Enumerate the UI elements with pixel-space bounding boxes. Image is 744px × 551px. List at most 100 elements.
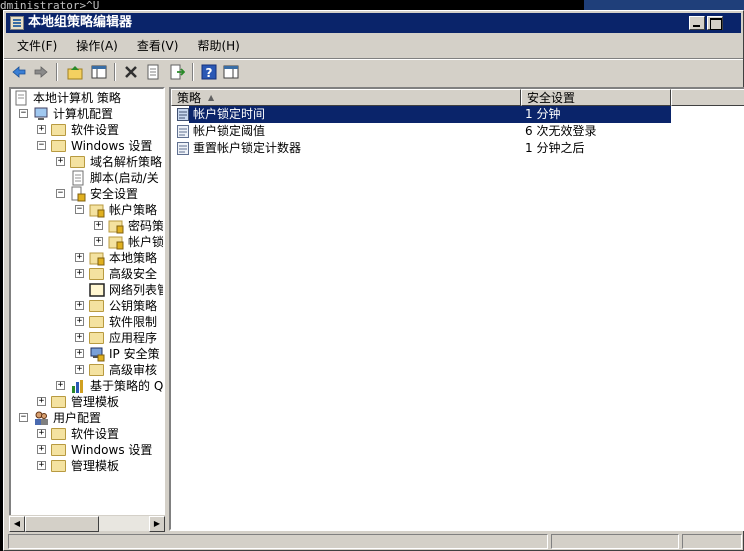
expand-toggle[interactable]: +: [37, 445, 46, 454]
list-row-reset-counter[interactable]: 重置帐户锁定计数器 1 分钟之后: [171, 140, 744, 157]
folder-icon: [51, 460, 66, 472]
tree-label: 计算机配置: [53, 107, 114, 121]
expand-toggle[interactable]: +: [75, 365, 84, 374]
tree-horizontal-scrollbar[interactable]: ◀ ▶: [9, 515, 165, 532]
show-action-pane-icon[interactable]: [220, 61, 242, 83]
collapse-toggle[interactable]: −: [19, 109, 28, 118]
policy-value: 6 次无效登录: [525, 124, 597, 138]
folder-icon: [51, 140, 66, 152]
tree-label: 管理模板: [71, 395, 120, 409]
expand-toggle[interactable]: +: [37, 397, 46, 406]
list-row-lockout-duration[interactable]: 帐户锁定时间 1 分钟: [171, 106, 744, 123]
list-row-lockout-threshold[interactable]: 帐户锁定阈值 6 次无效登录: [171, 123, 744, 140]
locked-folder-icon: [89, 250, 105, 266]
expand-toggle[interactable]: +: [75, 253, 84, 262]
status-pane-tertiary: [682, 534, 742, 549]
forward-arrow-icon[interactable]: [30, 61, 52, 83]
network-list-icon: [89, 282, 105, 298]
policy-value: 1 分钟之后: [525, 141, 585, 155]
toolbar-divider: [56, 63, 58, 81]
expand-toggle[interactable]: +: [37, 125, 46, 134]
users-icon: [33, 410, 49, 426]
menu-view[interactable]: 查看(V): [126, 35, 187, 57]
folder-icon: [51, 444, 66, 456]
menu-file[interactable]: 文件(F): [6, 35, 65, 57]
window-title: 本地组策略编辑器: [28, 15, 133, 30]
collapse-toggle[interactable]: −: [56, 189, 65, 198]
policy-setting-icon: [177, 142, 189, 155]
tree-label: 帐户策略: [109, 203, 158, 217]
tree-label: IP 安全策: [109, 347, 160, 361]
column-header-setting[interactable]: 安全设置: [521, 89, 671, 106]
policy-name: 帐户锁定时间: [191, 106, 268, 123]
properties-icon[interactable]: [142, 61, 164, 83]
expand-toggle[interactable]: +: [75, 317, 84, 326]
sort-ascending-icon: ▲: [208, 93, 215, 102]
policy-value: 1 分钟: [525, 107, 561, 121]
tree-label: 帐户锁: [128, 235, 165, 249]
collapse-toggle[interactable]: −: [37, 141, 46, 150]
menu-help[interactable]: 帮助(H): [186, 35, 247, 57]
tree-label: Windows 设置: [71, 139, 153, 153]
column-header-policy[interactable]: 策略 ▲: [171, 89, 521, 106]
folder-icon: [51, 396, 66, 408]
folder-icon: [89, 364, 104, 376]
folder-icon: [89, 268, 104, 280]
expand-toggle[interactable]: +: [56, 157, 65, 166]
minimize-button[interactable]: [689, 16, 705, 30]
expand-toggle[interactable]: +: [37, 461, 46, 470]
status-bar: [6, 533, 742, 550]
expand-toggle[interactable]: +: [94, 237, 103, 246]
details-list: 策略 ▲ 安全设置 帐户锁定时间 1 分钟 帐户锁定阈值 6 次无效登录 重置帐…: [169, 87, 744, 531]
folder-icon: [89, 316, 104, 328]
policy-document-icon: [13, 90, 29, 106]
expand-toggle[interactable]: +: [37, 429, 46, 438]
app-icon: [10, 16, 24, 30]
status-pane-main: [8, 534, 548, 549]
status-pane-secondary: [551, 534, 679, 549]
help-icon[interactable]: ?: [198, 61, 220, 83]
scroll-thumb[interactable]: [25, 516, 99, 532]
locked-folder-icon: [108, 218, 124, 234]
toolbar: ?: [6, 60, 741, 84]
column-label: 策略: [177, 91, 202, 105]
delete-icon[interactable]: [120, 61, 142, 83]
toolbar-divider: [192, 63, 194, 81]
expand-toggle[interactable]: +: [94, 221, 103, 230]
tree-label: 应用程序: [109, 331, 158, 345]
tree-label: 域名解析策略: [90, 155, 163, 169]
collapse-toggle[interactable]: −: [19, 413, 28, 422]
expand-toggle[interactable]: +: [75, 333, 84, 342]
tree-label: 用户配置: [53, 411, 102, 425]
maximize-button[interactable]: [707, 16, 723, 30]
folder-icon: [51, 428, 66, 440]
column-header-filler: [671, 89, 744, 106]
tree-label: 脚本(启动/关: [90, 171, 159, 185]
tree-label: Windows 设置: [71, 443, 153, 457]
expand-toggle[interactable]: +: [75, 349, 84, 358]
column-label: 安全设置: [527, 91, 576, 105]
security-lock-icon: [70, 186, 86, 202]
tree-label: 网络列表管: [109, 283, 165, 297]
scroll-left-button[interactable]: ◀: [9, 516, 25, 532]
back-arrow-icon[interactable]: [8, 61, 30, 83]
tree-label: 软件限制: [109, 315, 158, 329]
expand-toggle[interactable]: +: [56, 381, 65, 390]
title-bar[interactable]: 本地组策略编辑器: [6, 13, 741, 33]
computer-icon: [33, 106, 49, 122]
tree-label: 安全设置: [90, 187, 139, 201]
expand-toggle[interactable]: +: [75, 269, 84, 278]
expand-toggle[interactable]: +: [75, 301, 84, 310]
tree-label: 密码策: [128, 219, 165, 233]
scroll-right-button[interactable]: ▶: [149, 516, 165, 532]
tree-label: 基于策略的 Q: [90, 379, 164, 393]
tree-label: 本地计算机 策略: [33, 91, 121, 105]
show-hide-tree-icon[interactable]: [88, 61, 110, 83]
collapse-toggle[interactable]: −: [75, 205, 84, 214]
export-list-icon[interactable]: [166, 61, 188, 83]
locked-folder-icon: [108, 234, 124, 250]
up-folder-icon[interactable]: [64, 61, 86, 83]
menu-action[interactable]: 操作(A): [65, 35, 126, 57]
tree-label: 公钥策略: [109, 299, 158, 313]
folder-icon: [70, 156, 85, 168]
